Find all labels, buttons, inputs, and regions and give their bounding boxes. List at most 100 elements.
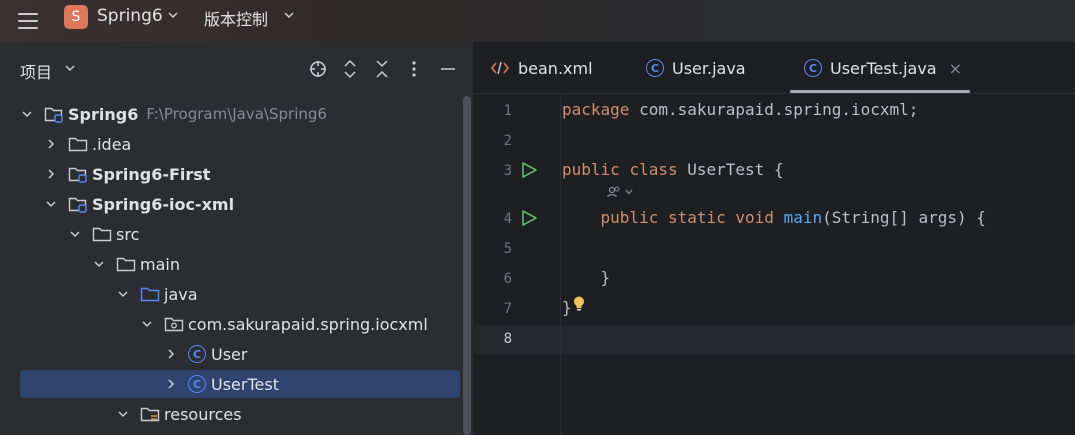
tree-label: src [116,224,140,244]
tree-label: Spring6 [68,104,139,124]
code-line-3: public class UserTest { [562,160,784,179]
tab-bean-xml[interactable]: bean.xml [490,42,593,94]
tree-item-usertest[interactable]: C UserTest [20,370,460,398]
tree-item-resources[interactable]: resources [20,400,460,428]
main-menu-icon[interactable] [14,7,42,35]
inlay-hint[interactable] [606,185,634,199]
users-icon [606,186,620,198]
folder-icon [92,225,112,243]
tree-item-spring6-ioc-xml[interactable]: Spring6-ioc-xml [20,190,460,218]
tab-user-java[interactable]: C User.java [646,42,746,94]
line-number: 1 [503,103,512,119]
project-panel: 项目 Spring6 F:\Program\Java\Spring6 .idea… [0,42,473,435]
run-icon[interactable] [520,209,538,227]
chevron-down-icon[interactable] [92,257,106,271]
editor: bean.xml C User.java C UserTest.java × 1… [474,42,1075,435]
lightbulb-icon[interactable] [572,295,586,313]
chevron-down-icon[interactable] [140,317,154,331]
code-line-4: public static void main(String[] args) { [562,208,986,227]
tree-item-java[interactable]: java [20,280,460,308]
line-number: 3 [503,163,512,179]
class-icon: C [188,345,206,363]
tab-usertest-java[interactable]: C UserTest.java × [804,42,962,94]
tree-path: F:\Program\Java\Spring6 [146,105,327,123]
line-number: 2 [503,133,512,149]
source-folder-icon [140,285,160,303]
module-folder-icon [44,105,64,123]
code-token: class [629,160,678,179]
chevron-down-icon[interactable] [68,227,82,241]
module-folder-icon [68,195,88,213]
line-number: 7 [503,301,512,317]
chevron-down-icon[interactable] [116,287,130,301]
tab-label: User.java [672,58,746,78]
tree-item-package[interactable]: com.sakurapaid.spring.iocxml [20,310,460,338]
code-token: public [562,160,620,179]
tree-item-idea[interactable]: .idea [20,130,460,158]
chevron-down-icon[interactable] [64,62,76,74]
project-name[interactable]: Spring6 [97,6,163,26]
collapse-icon[interactable] [371,58,393,80]
chevron-down-icon [625,189,633,195]
code-token: } [562,298,572,317]
tree-item-spring6[interactable]: Spring6 F:\Program\Java\Spring6 [20,100,460,128]
chevron-right-icon[interactable] [164,377,178,391]
more-icon[interactable] [403,58,425,80]
code-token: main [783,208,823,227]
title-bar: S Spring6 版本控制 [0,0,1075,42]
project-panel-header: 项目 [0,42,473,96]
class-icon: C [804,59,822,77]
tree-item-main[interactable]: main [20,250,460,278]
tree-scrollbar[interactable] [462,96,472,435]
tree-label: main [140,254,180,274]
run-icon[interactable] [520,161,538,179]
tab-label: bean.xml [518,58,593,78]
line-number: 6 [503,271,512,287]
folder-icon [68,135,88,153]
code-token: static [667,208,726,227]
tree-label: Spring6-First [92,164,211,184]
resources-folder-icon [140,405,160,423]
minimize-icon[interactable] [437,58,459,80]
code-line-1: package com.sakurapaid.spring.iocxml; [562,100,918,119]
tree-label: java [164,284,198,304]
project-badge[interactable]: S [64,5,88,29]
close-icon[interactable]: × [949,59,962,78]
code-token: UserTest { [677,160,784,179]
package-icon [164,315,184,333]
chevron-down-icon[interactable] [283,9,295,21]
expand-icon[interactable] [339,58,361,80]
code-token: public [600,208,659,227]
locate-icon[interactable] [307,58,329,80]
module-folder-icon [68,165,88,183]
tree-item-user[interactable]: C User [20,340,460,368]
tree-label: com.sakurapaid.spring.iocxml [188,314,428,334]
gutter: 1 2 3 4 5 6 7 8 [474,94,560,435]
chevron-down-icon[interactable] [44,197,58,211]
code-line-6: } [562,268,611,287]
chevron-right-icon[interactable] [164,347,178,361]
chevron-down-icon[interactable] [167,9,179,21]
gutter-separator [560,94,561,435]
folder-icon [116,255,136,273]
code-area[interactable]: package com.sakurapaid.spring.iocxml; pu… [562,94,1075,435]
chevron-down-icon[interactable] [20,107,34,121]
chevron-right-icon[interactable] [44,167,58,181]
xml-icon [490,61,510,75]
panel-title[interactable]: 项目 [20,59,52,83]
tree-label: .idea [92,134,132,154]
tree-item-src[interactable]: src [20,220,460,248]
chevron-down-icon[interactable] [116,407,130,421]
vcs-menu[interactable]: 版本控制 [204,6,268,30]
line-number: 5 [503,241,512,257]
class-icon: C [188,375,206,393]
tree-item-spring6-first[interactable]: Spring6-First [20,160,460,188]
scroll-thumb[interactable] [463,96,471,435]
active-tab-indicator [790,90,970,93]
code-token: void [735,208,774,227]
code-token: package [562,100,630,119]
line-number: 4 [503,211,512,227]
chevron-right-icon[interactable] [44,137,58,151]
editor-tabs: bean.xml C User.java C UserTest.java × [474,42,1075,94]
